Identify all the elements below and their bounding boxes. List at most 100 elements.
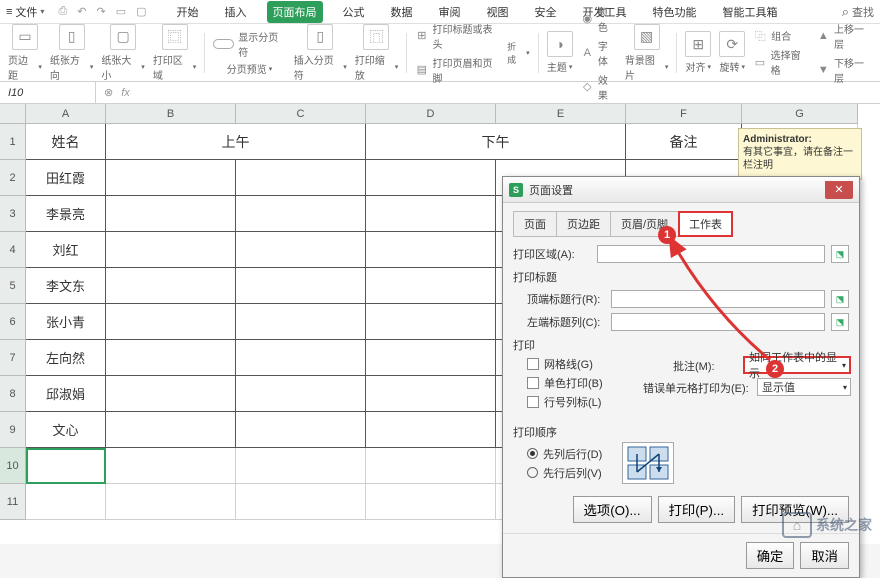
cell[interactable] [366,340,496,376]
column-headers[interactable]: ABCDEFG [26,104,858,124]
cell[interactable] [366,196,496,232]
cell[interactable] [236,232,366,268]
ribbon-print-scale[interactable]: ⿵打印缩放 [355,24,398,82]
cell[interactable] [236,340,366,376]
qa-icon[interactable]: ▭ [116,5,126,18]
cell[interactable] [106,268,236,304]
cell[interactable]: 文心 [26,412,106,448]
ribbon-arrange[interactable]: ⿻组合 ▭选择窗格 [753,28,808,77]
cell[interactable] [26,484,106,520]
cell[interactable]: 备注 [626,124,742,160]
row-header[interactable]: 11 [0,484,26,520]
tab-view[interactable]: 视图 [481,1,515,23]
row-header[interactable]: 6 [0,304,26,340]
row-header[interactable]: 1 [0,124,26,160]
radio-down-over[interactable]: 先列后行(D) [527,446,602,462]
cell[interactable]: 田红霞 [26,160,106,196]
cell[interactable] [366,412,496,448]
cell[interactable]: 下午 [366,124,626,160]
save-icon[interactable]: ⎙ [58,5,67,18]
ok-button[interactable]: 确定 [746,542,795,569]
cell[interactable] [106,304,236,340]
undo-icon[interactable]: ↶ [77,5,86,18]
cell[interactable] [106,340,236,376]
top-row-input[interactable] [611,290,825,308]
cell[interactable] [106,376,236,412]
cell[interactable] [106,196,236,232]
tab-page-layout[interactable]: 页面布局 [267,1,323,23]
ribbon-print-area[interactable]: ⿴打印区域 [153,24,196,82]
cell[interactable] [106,160,236,196]
cell[interactable] [366,376,496,412]
cell[interactable] [106,484,236,520]
row-header[interactable]: 8 [0,376,26,412]
tab-start[interactable]: 开始 [171,1,205,23]
fx-label[interactable]: fx [121,87,130,99]
cell[interactable] [236,196,366,232]
qa-icon[interactable]: ▢ [136,5,146,18]
range-select-icon[interactable]: ⬔ [831,290,849,308]
dtab-page[interactable]: 页面 [513,211,557,237]
print-area-input[interactable] [597,245,825,263]
cell[interactable]: 邱淑娟 [26,376,106,412]
cell[interactable] [106,232,236,268]
row-header[interactable]: 3 [0,196,26,232]
cell[interactable]: 李景亮 [26,196,106,232]
row-header[interactable]: 4 [0,232,26,268]
cell[interactable]: 李文东 [26,268,106,304]
cell[interactable] [236,268,366,304]
comments-select[interactable]: 如同工作表中的显示 [743,356,851,374]
cell[interactable] [236,484,366,520]
row-header[interactable]: 7 [0,340,26,376]
cell[interactable] [236,304,366,340]
cell[interactable]: 上午 [106,124,366,160]
radio-over-down[interactable]: 先行后列(V) [527,465,602,481]
row-header[interactable]: 9 [0,412,26,448]
tab-insert[interactable]: 插入 [219,1,253,23]
options-button[interactable]: 选项(O)... [573,496,652,523]
ribbon-pagebreak-preview[interactable]: 显示分页符 分页预览 [213,29,286,76]
col-header[interactable]: D [366,104,496,124]
cell[interactable] [236,412,366,448]
col-header[interactable]: B [106,104,236,124]
ribbon-order[interactable]: ▲上移一层 ▼下移一层 [817,21,872,85]
cell[interactable] [366,448,496,484]
search-button[interactable]: 查找 [842,4,874,20]
close-icon[interactable]: ✕ [825,181,853,199]
ribbon-insert-break[interactable]: ▯插入分页符 [294,24,347,82]
col-header[interactable]: C [236,104,366,124]
print-button[interactable]: 打印(P)... [658,496,736,523]
row-headers[interactable]: 1234567891011 [0,124,26,520]
cell[interactable] [366,304,496,340]
cancel-button[interactable]: 取消 [800,542,849,569]
ribbon-align[interactable]: ⊞对齐 [685,31,711,74]
tab-formula[interactable]: 公式 [337,1,371,23]
cell[interactable]: 姓名 [26,124,106,160]
cell-address-box[interactable]: I10 [0,82,96,103]
ribbon-fold[interactable]: 折成 [507,40,529,66]
dtab-sheet[interactable]: 工作表 [678,211,733,237]
ribbon-orientation[interactable]: ▯纸张方向 [50,24,93,82]
cell[interactable]: 张小青 [26,304,106,340]
row-header[interactable]: 2 [0,160,26,196]
cb-rowcol[interactable]: 行号列标(L) [527,394,849,410]
cell[interactable] [106,448,236,484]
tab-tools[interactable]: 智能工具箱 [717,1,784,23]
ribbon-margins[interactable]: ▭页边距 [8,24,42,82]
ribbon-theme-options[interactable]: ◉颜色 A字体 ◇效果 [581,4,617,102]
row-header[interactable]: 5 [0,268,26,304]
ribbon-size[interactable]: ▢纸张大小 [101,24,144,82]
select-all-corner[interactable] [0,104,26,124]
errors-select[interactable]: 显示值 [757,378,851,396]
range-select-icon[interactable]: ⬔ [831,245,849,263]
ribbon-print-titles[interactable]: ⊞打印标题或表头 ▤打印页眉和页脚 [415,21,499,85]
ribbon-theme[interactable]: ◑主题 [547,31,573,74]
tab-security[interactable]: 安全 [529,1,563,23]
dialog-titlebar[interactable]: S 页面设置 ✕ [503,177,859,203]
cell[interactable] [366,160,496,196]
range-select-icon[interactable]: ⬔ [831,313,849,331]
redo-icon[interactable]: ↷ [96,5,105,18]
ribbon-bgimage[interactable]: ▧背景图片 [625,24,668,82]
file-menu[interactable]: 文件 [6,4,44,20]
tab-review[interactable]: 审阅 [433,1,467,23]
